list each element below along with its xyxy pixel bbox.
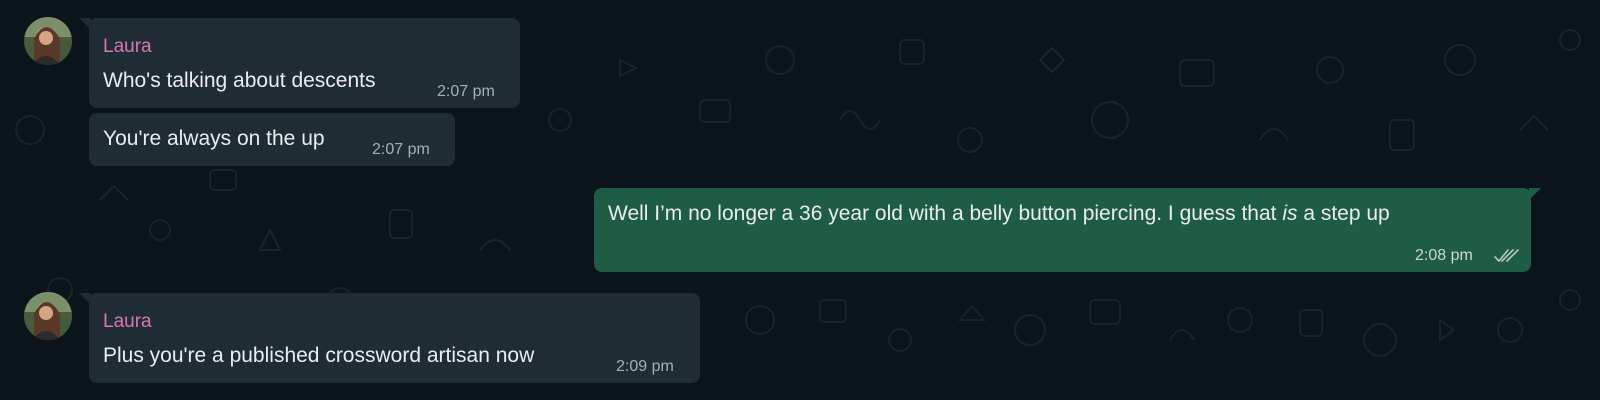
avatar[interactable] xyxy=(24,17,72,65)
message-text-part: a step up xyxy=(1297,202,1390,225)
message-timestamp: 2:09 pm xyxy=(616,358,674,375)
message-bubble-outgoing[interactable]: Well I’m no longer a 36 year old with a … xyxy=(594,188,1541,272)
bubble-tail xyxy=(79,293,91,305)
bubble-tail xyxy=(79,18,91,30)
message-timestamp: 2:08 pm xyxy=(1415,247,1473,264)
message-text: Well I’m no longer a 36 year old with a … xyxy=(608,202,1390,226)
sender-name[interactable]: Laura xyxy=(103,36,152,58)
message-text: Who's talking about descents xyxy=(103,69,376,92)
message-text-italic: is xyxy=(1282,202,1298,225)
message-timestamp: 2:07 pm xyxy=(437,83,495,100)
bubble-tail xyxy=(1529,188,1541,200)
avatar[interactable] xyxy=(24,292,72,340)
chat-panel: Laura Who's talking about descents 2:07 … xyxy=(0,0,1600,400)
message-bubble-incoming[interactable]: You're always on the up 2:07 pm xyxy=(89,113,455,166)
laura-avatar-image xyxy=(24,17,72,65)
sender-name[interactable]: Laura xyxy=(103,311,152,333)
message-bubble-incoming[interactable]: Laura Who's talking about descents 2:07 … xyxy=(79,18,520,108)
message-text: You're always on the up xyxy=(103,127,325,150)
message-text: Plus you're a published crossword artisa… xyxy=(103,344,535,367)
message-timestamp: 2:07 pm xyxy=(372,141,430,158)
double-check-icon xyxy=(1494,249,1519,262)
message-text-part: Well I’m no longer a 36 year old with a … xyxy=(608,202,1283,225)
laura-avatar-image xyxy=(24,292,72,340)
message-bubble-incoming[interactable]: Laura Plus you're a published crossword … xyxy=(79,293,700,383)
